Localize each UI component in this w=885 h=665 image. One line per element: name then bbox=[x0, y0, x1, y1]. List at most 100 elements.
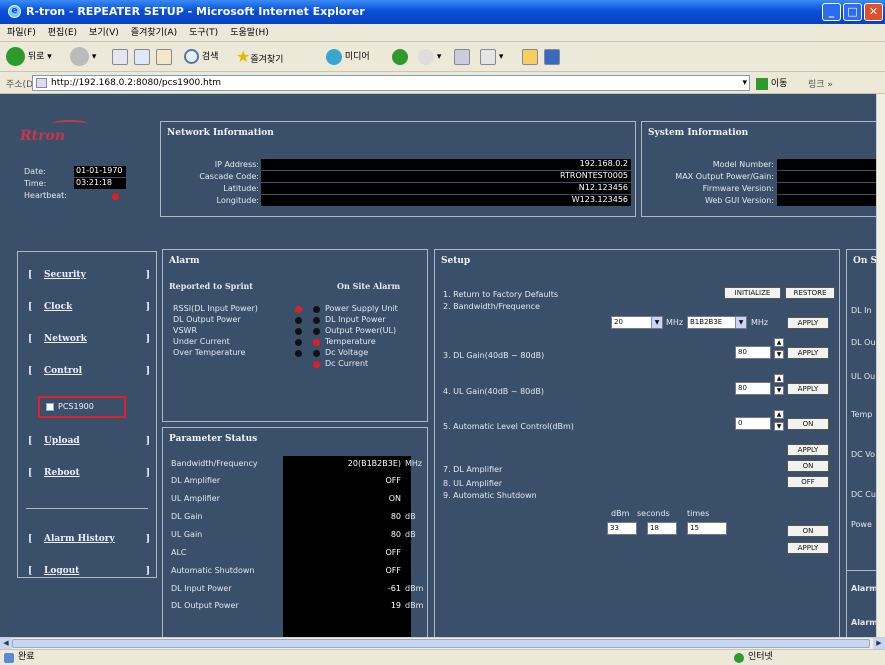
setup-item-5: 5. Automatic Level Control(dBm) bbox=[443, 422, 574, 431]
home-button[interactable] bbox=[156, 47, 172, 67]
date-label: Date: bbox=[24, 167, 46, 176]
latitude-label: Latitude: bbox=[223, 184, 259, 193]
ie-icon: e bbox=[8, 5, 21, 18]
alarm-led-icon bbox=[313, 328, 320, 335]
alc-on-button[interactable]: ON bbox=[787, 418, 829, 430]
dropdown-arrow-icon: ▼ bbox=[735, 317, 746, 328]
dl-gain-input[interactable]: 80 bbox=[735, 346, 771, 359]
ul-gain-input[interactable]: 80 bbox=[735, 382, 771, 395]
address-input[interactable]: http://192.168.0.2:8080/pcs1900.htm ▾ bbox=[32, 75, 750, 91]
alc-up-icon[interactable]: ▲ bbox=[774, 410, 784, 419]
apply-bandwidth-button[interactable]: APPLY bbox=[787, 317, 829, 329]
mail-icon bbox=[418, 48, 434, 65]
frequency-select[interactable]: B1B2B3E ▼ bbox=[687, 316, 747, 329]
reported-item: VSWR bbox=[173, 326, 198, 335]
search-button[interactable]: 검색 bbox=[184, 47, 218, 67]
param-label: Automatic Shutdown bbox=[171, 566, 255, 575]
mhz-label: MHz bbox=[666, 318, 684, 327]
menu-view[interactable]: 보기(V) bbox=[84, 24, 124, 42]
onsite-title: On Site Alarm bbox=[337, 281, 401, 291]
horizontal-scrollbar[interactable]: ◀ ▶ bbox=[0, 637, 885, 649]
page-icon bbox=[36, 78, 47, 88]
onsite-status-item: DC Vo bbox=[851, 450, 876, 459]
folder-button[interactable] bbox=[522, 47, 538, 67]
stop-button[interactable] bbox=[112, 47, 128, 67]
alarm-led-icon bbox=[295, 328, 302, 335]
setup-item-9: 9. Automatic Shutdown bbox=[443, 491, 537, 500]
param-unit: dB bbox=[405, 530, 416, 539]
bandwidth-select[interactable]: 20 ▼ bbox=[611, 316, 663, 329]
initialize-button[interactable]: INITIALIZE bbox=[724, 287, 781, 299]
param-label: DL Gain bbox=[171, 512, 203, 521]
favorites-button[interactable]: ★즐겨찾기 bbox=[236, 47, 283, 67]
shutdown-times-input[interactable]: 15 bbox=[687, 522, 727, 535]
address-dropdown-icon[interactable]: ▾ bbox=[742, 76, 747, 90]
menu-tools[interactable]: 도구(T) bbox=[184, 24, 223, 42]
param-value: ON bbox=[388, 494, 401, 503]
minimize-button[interactable]: _ bbox=[822, 3, 841, 21]
checkbox-icon bbox=[46, 403, 54, 411]
date-value: 01-01-1970 bbox=[74, 166, 126, 177]
setup-item-1: 1. Return to Factory Defaults bbox=[443, 290, 559, 299]
back-button[interactable]: 뒤로 ▾ bbox=[6, 47, 52, 67]
messenger-button[interactable] bbox=[544, 47, 560, 67]
menu-edit[interactable]: 편집(E) bbox=[43, 24, 82, 42]
apply-ul-gain-button[interactable]: APPLY bbox=[787, 383, 829, 395]
forward-button[interactable]: ▾ bbox=[70, 47, 96, 67]
scroll-right-icon[interactable]: ▶ bbox=[873, 638, 885, 649]
param-unit: MHz bbox=[405, 459, 423, 468]
star-icon: ★ bbox=[236, 47, 251, 66]
links-button[interactable]: 링크 » bbox=[808, 77, 833, 90]
scroll-left-icon[interactable]: ◀ bbox=[0, 638, 12, 649]
apply-shutdown-button[interactable]: APPLY bbox=[787, 542, 829, 554]
setup-panel: Setup 1. Return to Factory Defaults INIT… bbox=[434, 249, 840, 637]
nav-pcs1900-highlight[interactable]: PCS1900 bbox=[38, 396, 126, 418]
dl-gain-down-icon[interactable]: ▼ bbox=[774, 350, 784, 359]
dl-amplifier-on-button[interactable]: ON bbox=[787, 460, 829, 472]
mail-button[interactable]: ▾ bbox=[418, 47, 441, 67]
go-button[interactable]: 이동 bbox=[756, 76, 787, 90]
menu-help[interactable]: 도움말(H) bbox=[225, 24, 274, 42]
address-bar: 주소(D) http://192.168.0.2:8080/pcs1900.ht… bbox=[0, 72, 885, 94]
menu-favorites[interactable]: 즐겨찾기(A) bbox=[126, 24, 182, 42]
folder-icon bbox=[522, 48, 538, 65]
page-content: Rtron Date: 01-01-1970 Time: 03:21:18 He… bbox=[0, 94, 876, 637]
max-power-value bbox=[777, 171, 876, 182]
shutdown-seconds-input[interactable]: 18 bbox=[647, 522, 677, 535]
maximize-button[interactable]: □ bbox=[843, 3, 862, 21]
heartbeat-label: Heartbeat: bbox=[24, 191, 67, 200]
vertical-scrollbar[interactable] bbox=[876, 94, 885, 637]
ul-gain-up-icon[interactable]: ▲ bbox=[774, 374, 784, 383]
ul-amplifier-off-button[interactable]: OFF bbox=[787, 476, 829, 488]
alc-down-icon[interactable]: ▼ bbox=[774, 422, 784, 431]
media-button[interactable]: 미디어 bbox=[326, 47, 370, 67]
param-unit: dBm bbox=[405, 601, 424, 610]
onsite-item: DL Input Power bbox=[325, 315, 386, 324]
onsite-status-item: Powe bbox=[851, 520, 872, 529]
forward-arrow-icon bbox=[70, 47, 89, 66]
search-icon bbox=[184, 49, 199, 64]
alarm-led-icon bbox=[295, 350, 302, 357]
refresh-button[interactable] bbox=[134, 47, 150, 67]
print-button[interactable] bbox=[454, 47, 470, 67]
go-arrow-icon bbox=[756, 77, 768, 90]
param-value: 20(B1B2B3E) bbox=[347, 459, 401, 468]
apply-alc-button[interactable]: APPLY bbox=[787, 444, 829, 456]
onsite-item: Dc Current bbox=[325, 359, 369, 368]
edit-button[interactable]: ▾ bbox=[480, 47, 503, 67]
alc-input[interactable]: 0 bbox=[735, 417, 771, 430]
setup-item-3: 3. DL Gain(40dB ~ 80dB) bbox=[443, 351, 545, 360]
ul-gain-down-icon[interactable]: ▼ bbox=[774, 386, 784, 395]
dl-gain-up-icon[interactable]: ▲ bbox=[774, 338, 784, 347]
history-button[interactable] bbox=[392, 47, 408, 67]
scroll-thumb[interactable] bbox=[12, 639, 870, 648]
close-button[interactable]: ✕ bbox=[864, 3, 883, 21]
apply-dl-gain-button[interactable]: APPLY bbox=[787, 347, 829, 359]
menu-file[interactable]: 파일(F) bbox=[2, 24, 41, 42]
shutdown-on-button[interactable]: ON bbox=[787, 525, 829, 537]
shutdown-dbm-label: dBm bbox=[611, 509, 630, 518]
restore-button[interactable]: RESTORE bbox=[785, 287, 835, 299]
dropdown-arrow-icon: ▼ bbox=[651, 317, 662, 328]
alarm-title: Alarm bbox=[169, 256, 200, 266]
shutdown-dbm-input[interactable]: 33 bbox=[607, 522, 637, 535]
